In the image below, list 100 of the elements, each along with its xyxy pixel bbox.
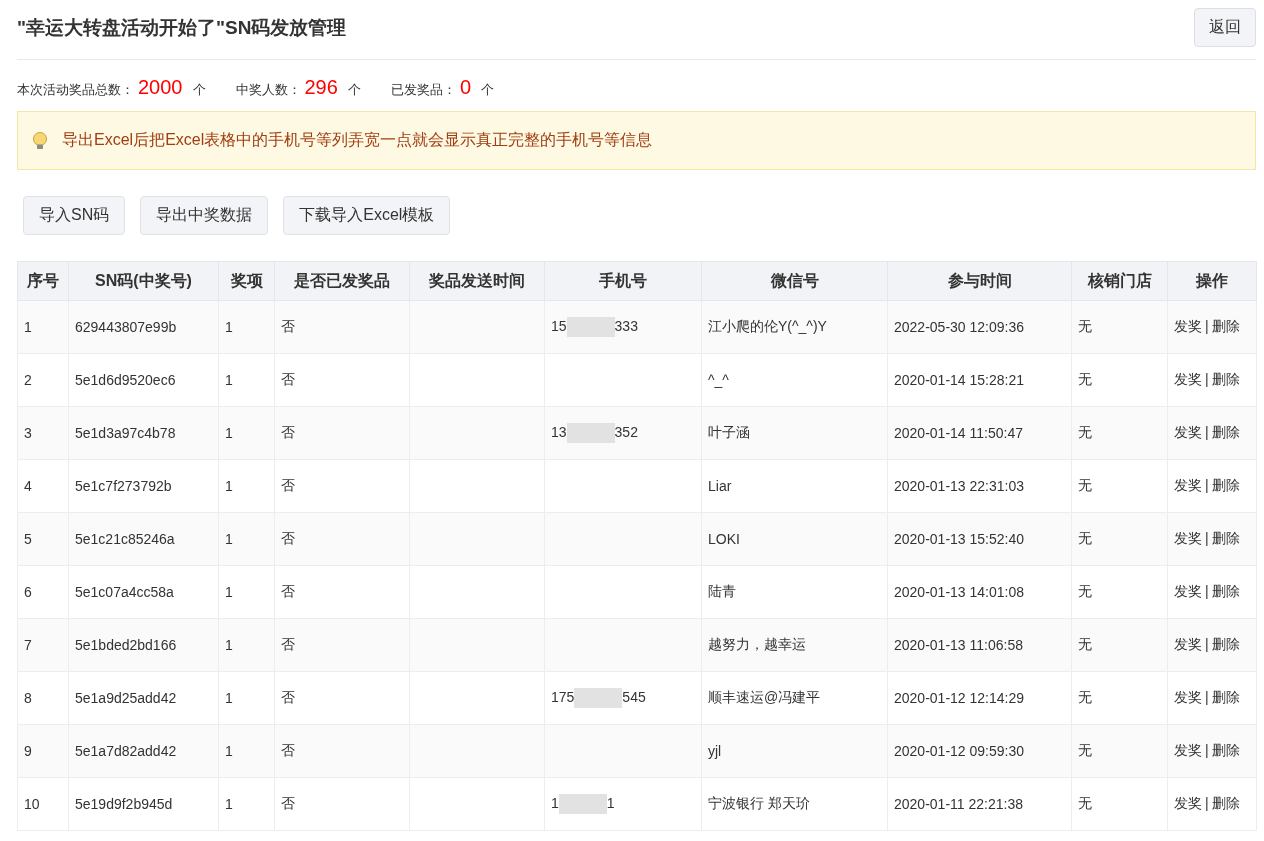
blur-mask	[566, 317, 615, 337]
table-cell: 1	[17, 300, 69, 354]
table-cell: 否	[274, 459, 410, 513]
column-header: 操作	[1167, 261, 1257, 301]
table-cell: Liar	[701, 459, 888, 513]
column-header: 是否已发奖品	[274, 261, 410, 301]
action-link[interactable]: 发奖	[1174, 795, 1202, 811]
table-cell: 2020-01-13 14:01:08	[887, 565, 1072, 619]
table-cell: 2020-01-13 11:06:58	[887, 618, 1072, 672]
table-cell: 3	[17, 406, 69, 460]
table-cell: 否	[274, 353, 410, 407]
action-link[interactable]: 删除	[1211, 424, 1240, 440]
table-cell: 无	[1071, 618, 1168, 672]
action-link[interactable]: 删除	[1211, 795, 1240, 811]
blur-mask	[566, 423, 615, 443]
table-cell: 无	[1071, 565, 1168, 619]
table-cell: 2020-01-13 22:31:03	[887, 459, 1072, 513]
table-cell: 1	[218, 406, 275, 460]
table-cell: 否	[274, 671, 410, 725]
separator: |	[1205, 636, 1209, 652]
phone-digits: 13	[551, 423, 567, 440]
column-header: 核销门店	[1071, 261, 1168, 301]
table-cell: 1	[218, 777, 275, 831]
separator: |	[1205, 477, 1209, 493]
phone-digits: 333	[614, 317, 638, 334]
table-cell: 5e1c07a4cc58a	[68, 565, 219, 619]
action-link[interactable]: 发奖	[1174, 689, 1202, 705]
table-cell: 无	[1071, 353, 1168, 407]
action-link[interactable]: 删除	[1211, 636, 1240, 652]
table-cell: ^_^	[701, 353, 888, 407]
page-title: "幸运大转盘活动开始了"SN码发放管理	[17, 15, 347, 40]
table-cell: 无	[1071, 406, 1168, 460]
action-link[interactable]: 发奖	[1174, 424, 1202, 440]
action-link[interactable]: 发奖	[1174, 636, 1202, 652]
table-cell: 1	[218, 300, 275, 354]
table-cell: 1	[218, 459, 275, 513]
action-link[interactable]: 删除	[1211, 318, 1240, 334]
action-link[interactable]: 发奖	[1174, 371, 1202, 387]
action-link[interactable]: 发奖	[1174, 530, 1202, 546]
action-link[interactable]: 发奖	[1174, 742, 1202, 758]
blur-mask	[574, 688, 623, 708]
toolbar-button[interactable]: 导入SN码	[23, 196, 126, 235]
table-cell: 否	[274, 724, 410, 778]
separator: |	[1205, 795, 1209, 811]
table-cell: 5e1d6d9520ec6	[68, 353, 219, 407]
table-cell: yjl	[701, 724, 888, 778]
toolbar-button[interactable]: 下载导入Excel模板	[283, 196, 451, 235]
phone-digits: 1	[606, 794, 615, 811]
table-cell: 1	[218, 671, 275, 725]
table-cell: 6	[17, 565, 69, 619]
table-cell: 5e1d3a97c4b78	[68, 406, 219, 460]
table-cell: 5e1c7f273792b	[68, 459, 219, 513]
column-header: 奖项	[218, 261, 275, 301]
table-cell: 1	[218, 618, 275, 672]
notice-text: 导出Excel后把Excel表格中的手机号等列弄宽一点就会显示真正完整的手机号等信息	[62, 130, 653, 150]
table-cell: 叶子涵	[701, 406, 888, 460]
action-link[interactable]: 删除	[1211, 689, 1240, 705]
stat-unit: 个	[347, 81, 361, 99]
table-cell: 否	[274, 777, 410, 831]
table-cell: 无	[1071, 671, 1168, 725]
phone-digits: 545	[622, 688, 646, 705]
table-cell: 5e1a9d25add42	[68, 671, 219, 725]
table-cell: 顺丰速运@冯建平	[701, 671, 888, 725]
table-cell: 否	[274, 618, 410, 672]
action-link[interactable]: 发奖	[1174, 318, 1202, 334]
table-cell: 2020-01-14 11:50:47	[887, 406, 1072, 460]
toolbar-button[interactable]: 导出中奖数据	[140, 196, 269, 235]
action-link[interactable]: 发奖	[1174, 477, 1202, 493]
table-cell: 2022-05-30 12:09:36	[887, 300, 1072, 354]
blur-mask	[558, 794, 607, 814]
stat-unit: 个	[192, 81, 206, 99]
back-button[interactable]: 返回	[1194, 8, 1256, 47]
column-header: SN码(中奖号)	[68, 261, 219, 301]
action-link[interactable]: 删除	[1211, 371, 1240, 387]
table-cell: 否	[274, 300, 410, 354]
phone-digits: 175	[551, 688, 575, 705]
table-cell: 2020-01-12 12:14:29	[887, 671, 1072, 725]
table-cell: 4	[17, 459, 69, 513]
action-link[interactable]: 发奖	[1174, 583, 1202, 599]
table-cell: LOKI	[701, 512, 888, 566]
table-cell: 2020-01-14 15:28:21	[887, 353, 1072, 407]
table-cell: 5	[17, 512, 69, 566]
phone-digits: 1	[551, 794, 559, 811]
action-link[interactable]: 删除	[1211, 742, 1240, 758]
table-cell: 1	[218, 724, 275, 778]
column-header: 参与时间	[887, 261, 1072, 301]
action-link[interactable]: 删除	[1211, 583, 1240, 599]
action-link[interactable]: 删除	[1211, 530, 1240, 546]
table-cell: 5e1c21c85246a	[68, 512, 219, 566]
action-link[interactable]: 删除	[1211, 477, 1240, 493]
column-header: 奖品发送时间	[409, 261, 545, 301]
table-cell: 宁波银行 郑天玠	[701, 777, 888, 831]
phone-digits: 352	[614, 423, 638, 440]
table-cell: 1	[218, 512, 275, 566]
table-cell: 5e19d9f2b945d	[68, 777, 219, 831]
table-cell: 2020-01-13 15:52:40	[887, 512, 1072, 566]
stat-value: 296	[304, 76, 338, 99]
separator: |	[1205, 530, 1209, 546]
table-cell: 1	[218, 565, 275, 619]
column-header: 微信号	[701, 261, 888, 301]
